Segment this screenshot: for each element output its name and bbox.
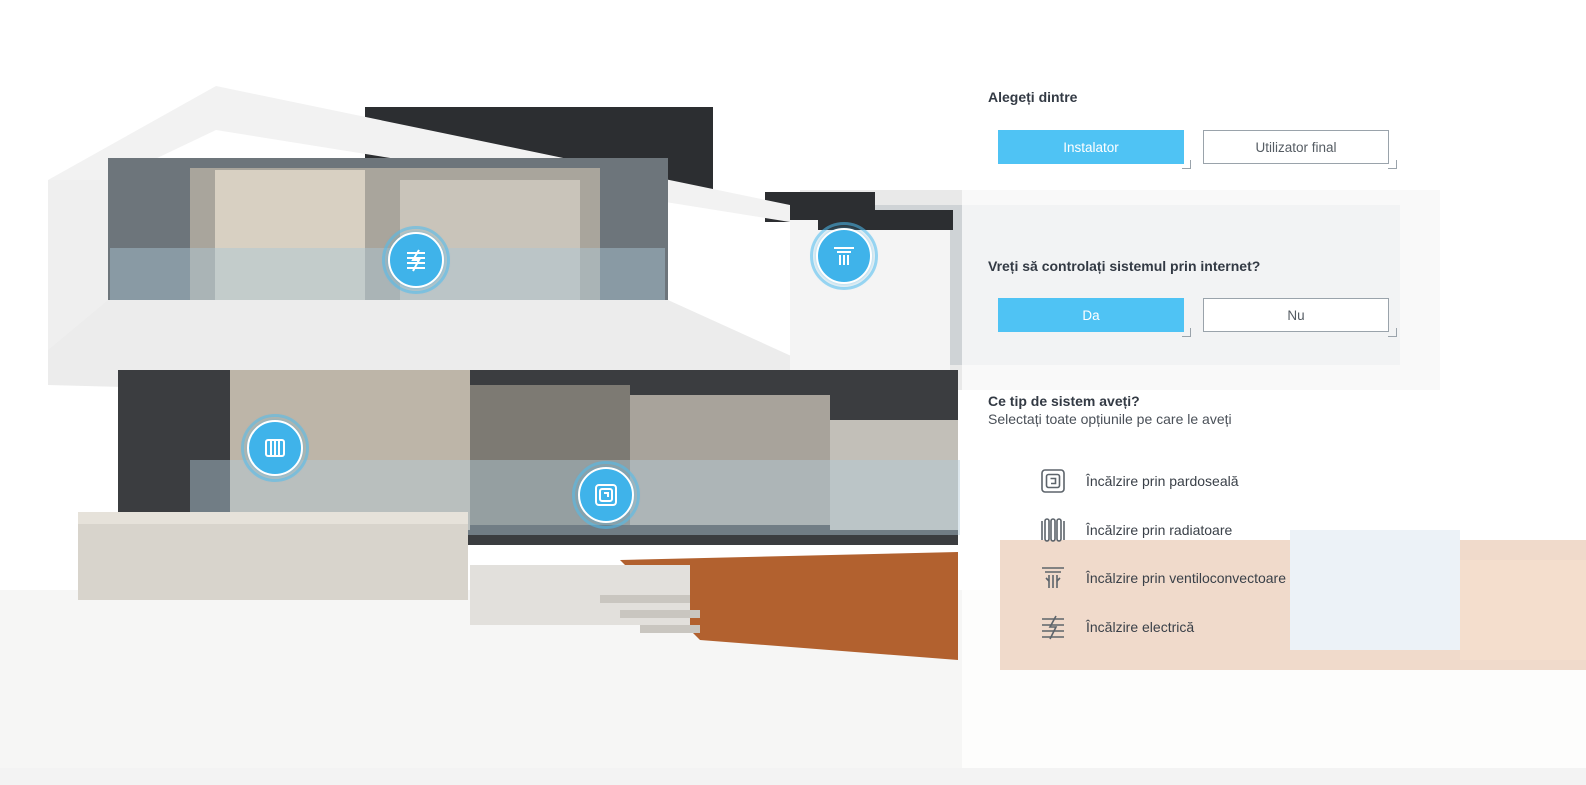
button-corner-decoration — [1388, 160, 1397, 169]
option-label: Încălzire electrică — [1086, 619, 1195, 635]
button-corner-decoration — [1182, 160, 1191, 169]
no-button[interactable]: Nu — [1203, 298, 1389, 332]
hotspot-fan-coil[interactable] — [810, 222, 878, 290]
radiator-icon — [1038, 515, 1068, 545]
option-label: Încălzire prin radiatoare — [1086, 522, 1233, 538]
end-user-button[interactable]: Utilizator final — [1203, 130, 1389, 164]
floor-heating-icon — [595, 484, 617, 506]
option-electric-heating[interactable]: Încălzire electrică — [1038, 610, 1338, 644]
button-corner-decoration — [1388, 328, 1397, 337]
hotspot-floor-heating[interactable] — [572, 461, 640, 529]
yes-button[interactable]: Da — [998, 298, 1184, 332]
option-label: Încălzire prin ventiloconvectoare — [1086, 570, 1286, 586]
option-floor-heating[interactable]: Încălzire prin pardoseală — [1038, 464, 1338, 498]
bottom-band — [0, 768, 1586, 785]
radiator-icon — [265, 439, 285, 457]
fan-coil-icon — [1038, 563, 1068, 593]
option-label: Încălzire prin pardoseală — [1086, 473, 1239, 489]
question3-title: Ce tip de sistem aveți? — [988, 393, 1140, 409]
floor-heating-icon — [1038, 466, 1068, 496]
question1-title: Alegeți dintre — [988, 89, 1078, 105]
hotspot-radiator[interactable] — [241, 414, 309, 482]
button-corner-decoration — [1182, 328, 1191, 337]
question2-title: Vreți să controlați sistemul prin intern… — [988, 258, 1261, 274]
option-fan-coil[interactable]: Încălzire prin ventiloconvectoare — [1038, 561, 1338, 595]
hotspot-electric-heating[interactable] — [382, 226, 450, 294]
question3-subtitle: Selectați toate opțiunile pe care le ave… — [988, 411, 1232, 427]
fan-coil-icon — [834, 247, 854, 265]
option-radiator[interactable]: Încălzire prin radiatoare — [1038, 513, 1338, 547]
installer-button[interactable]: Instalator — [998, 130, 1184, 164]
electric-heating-icon — [407, 249, 425, 272]
electric-heating-icon — [1038, 612, 1068, 642]
